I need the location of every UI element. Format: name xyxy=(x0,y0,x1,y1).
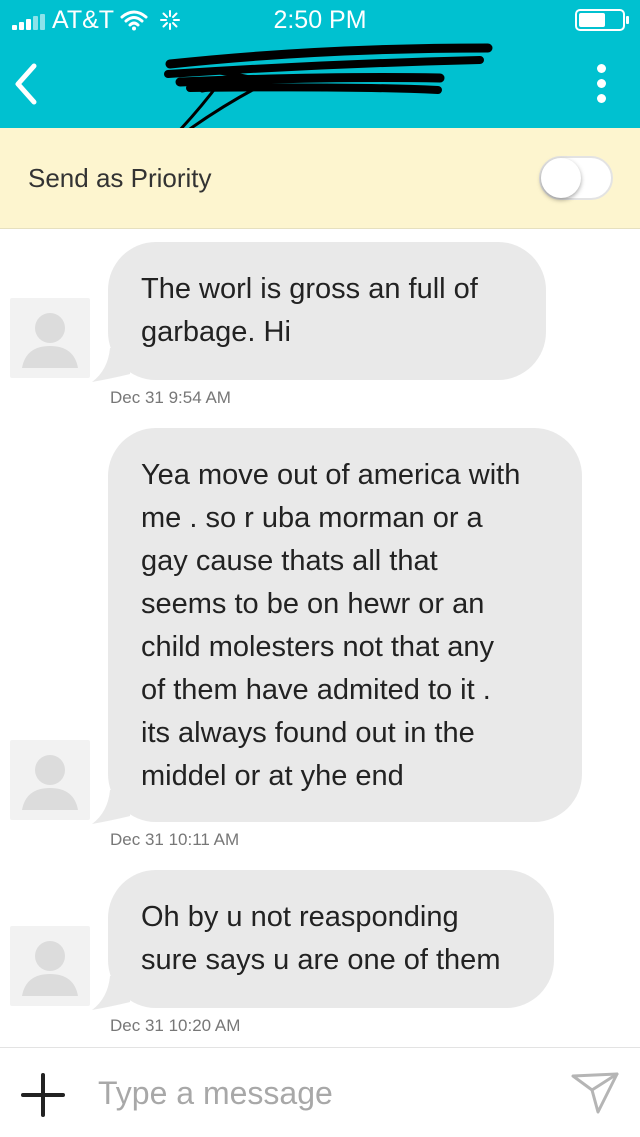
toggle-knob xyxy=(541,158,581,198)
menu-dot xyxy=(597,64,606,73)
priority-bar: Send as Priority xyxy=(0,128,640,229)
priority-toggle[interactable] xyxy=(539,156,613,200)
add-attachment-button[interactable] xyxy=(20,1072,66,1118)
avatar[interactable] xyxy=(10,926,90,1006)
user-silhouette-icon xyxy=(22,313,78,368)
status-bar: AT&T 2:50 PM xyxy=(0,0,640,40)
back-button[interactable] xyxy=(8,58,48,110)
message-bubble: The worl is gross an full of garbage. Hi xyxy=(108,242,546,380)
menu-dot xyxy=(597,79,606,88)
message-bubble: Oh by u not reasponding sure says u are … xyxy=(108,870,554,1008)
header-bar: AT&T 2:50 PM xyxy=(0,0,640,156)
more-options-button[interactable] xyxy=(582,60,624,106)
message-timestamp: Dec 31 9:54 AM xyxy=(110,388,231,407)
message-input[interactable] xyxy=(98,1068,548,1118)
battery-icon xyxy=(575,9,629,31)
plus-icon xyxy=(21,1073,65,1117)
message-bubble: Yea move out of america with me . so r u… xyxy=(108,428,582,822)
priority-label: Send as Priority xyxy=(28,163,212,193)
send-button[interactable] xyxy=(570,1070,620,1116)
message-timestamp: Dec 31 10:20 AM xyxy=(110,1016,241,1035)
avatar[interactable] xyxy=(10,740,90,820)
message-timestamp: Dec 31 10:11 AM xyxy=(110,830,240,849)
status-time: 2:50 PM xyxy=(273,6,367,34)
user-silhouette-icon xyxy=(22,941,78,996)
avatar[interactable] xyxy=(10,298,90,378)
send-icon xyxy=(571,1072,619,1114)
composer-bar xyxy=(0,1047,640,1137)
menu-dot xyxy=(597,94,606,103)
user-silhouette-icon xyxy=(22,755,78,810)
